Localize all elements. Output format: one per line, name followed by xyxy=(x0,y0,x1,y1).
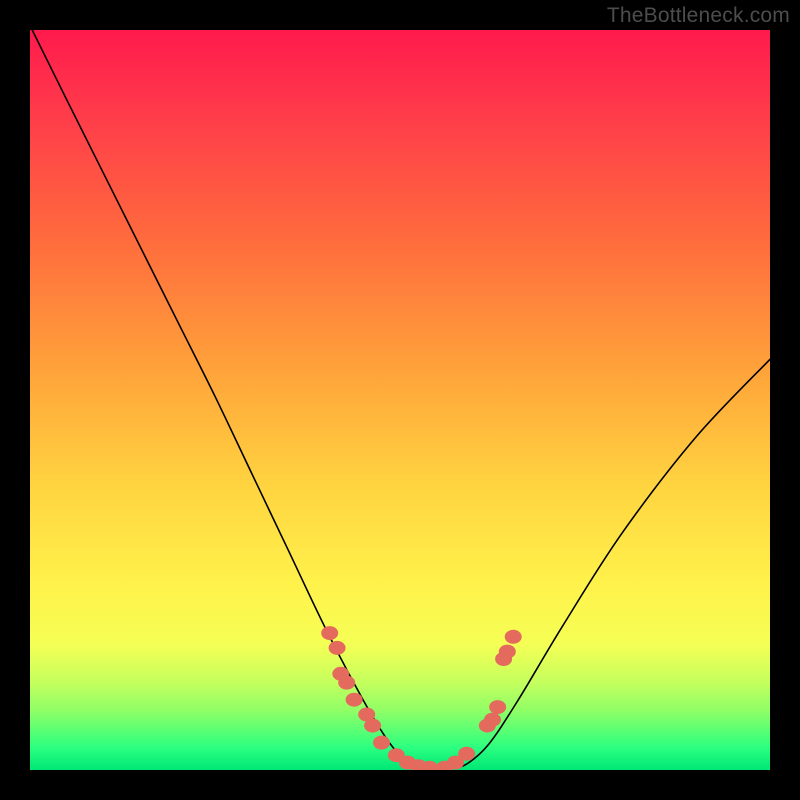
highlight-dot xyxy=(484,713,501,727)
watermark-text: TheBottleneck.com xyxy=(607,4,790,28)
plot-area xyxy=(30,30,770,770)
highlight-dot xyxy=(499,645,516,659)
highlight-dot xyxy=(489,700,506,714)
highlight-dot xyxy=(338,676,355,690)
highlight-dot xyxy=(373,736,390,750)
chart-svg xyxy=(30,30,770,770)
highlight-dot xyxy=(346,693,363,707)
highlight-dots xyxy=(321,626,522,770)
highlight-dot xyxy=(505,630,522,644)
outer-frame: TheBottleneck.com xyxy=(0,0,800,800)
highlight-dot xyxy=(364,719,381,733)
highlight-dot xyxy=(329,641,346,655)
highlight-dot xyxy=(321,626,338,640)
highlight-dot xyxy=(458,747,475,761)
bottleneck-curve xyxy=(32,30,770,768)
